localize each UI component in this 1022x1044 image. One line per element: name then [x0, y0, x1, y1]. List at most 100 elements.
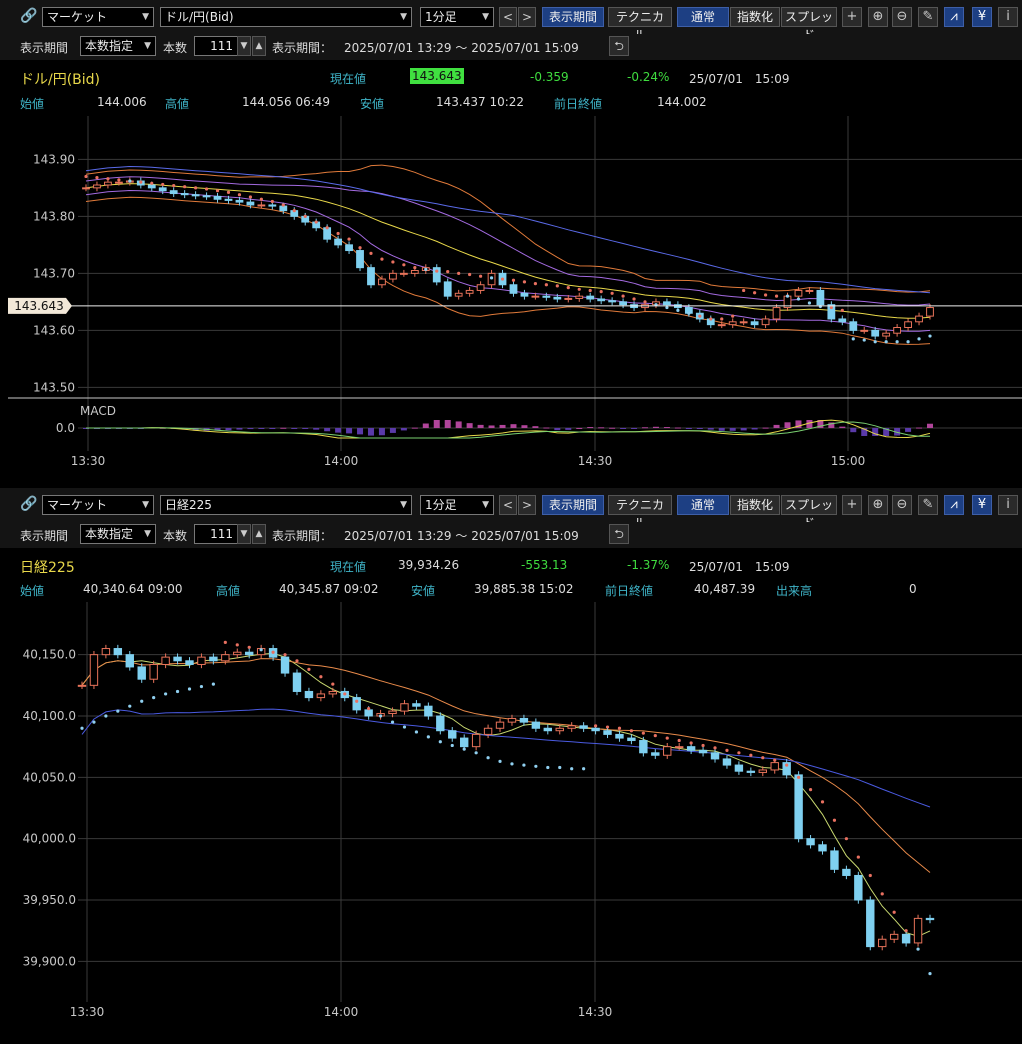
prev-button[interactable]: <: [499, 7, 517, 27]
macd-histogram-bar: [324, 428, 331, 432]
macd-histogram-bar: [565, 428, 572, 430]
technical-button[interactable]: テクニカル: [608, 7, 672, 42]
candle-body: [575, 295, 584, 299]
zoom-out-icon[interactable]: ⊖: [892, 7, 912, 27]
macd-histogram-bar: [696, 428, 703, 429]
trend-icon[interactable]: ⩘: [944, 7, 964, 27]
trend-icon[interactable]: ⩘: [944, 495, 964, 515]
period-button[interactable]: 表示期間: [542, 7, 604, 27]
interval-select[interactable]: 1分足 ▼: [420, 495, 494, 515]
usdjpy-chart[interactable]: 143.90 143.80 143.70 143.60 143.50 13:30 14:00…: [8, 116, 1022, 486]
market-select[interactable]: マーケット ▼: [42, 7, 154, 27]
candle-body: [915, 315, 923, 323]
period-mode-select[interactable]: 本数指定 ▼: [80, 36, 156, 56]
link-icon[interactable]: 🔗: [20, 495, 38, 515]
candle-body: [334, 238, 343, 246]
crosshair-icon[interactable]: +: [842, 495, 862, 515]
zoom-in-icon[interactable]: ⊕: [868, 7, 888, 27]
return-icon[interactable]: ⮌: [609, 36, 629, 56]
sar-dot: [862, 338, 866, 342]
count-up-button[interactable]: ▲: [252, 36, 266, 56]
candle-body: [639, 740, 648, 754]
link-icon[interactable]: 🔗: [20, 7, 38, 27]
period-mode-select[interactable]: 本数指定 ▼: [80, 524, 156, 544]
candle-body: [758, 769, 767, 773]
count-input[interactable]: 111: [194, 524, 238, 544]
sar-dot: [510, 762, 514, 766]
normal-button[interactable]: 通常: [677, 7, 729, 27]
sar-dot: [283, 653, 287, 657]
candle-body: [352, 697, 361, 711]
period-row: 表示期間 本数指定 ▼ 本数 111 ▼ ▲ 表示期間： 2025/07/01 1…: [0, 522, 1022, 548]
sar-dot: [904, 929, 908, 933]
pencil-icon[interactable]: ✎: [918, 495, 938, 515]
sar-dot: [281, 203, 285, 207]
symbol-select[interactable]: ドル/円(Bid) ▼: [160, 7, 412, 27]
count-input[interactable]: 111: [194, 36, 238, 56]
technical-button[interactable]: テクニカル: [608, 495, 672, 530]
normal-button[interactable]: 通常: [677, 495, 729, 515]
candle-body: [717, 324, 726, 327]
candle-body: [197, 656, 206, 665]
sar-dot: [892, 910, 896, 914]
return-icon[interactable]: ⮌: [609, 524, 629, 544]
zoom-in-icon[interactable]: ⊕: [868, 495, 888, 515]
count-down-button[interactable]: ▼: [237, 36, 251, 56]
nikkei-chart[interactable]: 40,150.0 40,100.0 40,050.0 40,000.0 39,950.0…: [8, 602, 1022, 1041]
macd-histogram-bar: [521, 425, 528, 428]
period-button[interactable]: 表示期間: [542, 495, 604, 515]
candle-body: [564, 297, 573, 300]
candle-body: [77, 684, 87, 687]
yen-icon[interactable]: ¥: [972, 7, 992, 27]
candle-body: [543, 727, 553, 732]
chevron-down-icon: ▼: [400, 12, 407, 22]
next-button[interactable]: >: [518, 495, 536, 515]
candle-body: [471, 733, 481, 748]
macd-histogram-bar: [499, 424, 506, 428]
macd-line: [86, 419, 931, 439]
yen-icon[interactable]: ¥: [972, 495, 992, 515]
index-button[interactable]: 指数化: [730, 7, 780, 27]
prev-button[interactable]: <: [499, 495, 517, 515]
sar-dot: [319, 675, 323, 679]
pencil-icon[interactable]: ✎: [918, 7, 938, 27]
sar-dot: [785, 294, 790, 298]
info-icon[interactable]: ⅰ: [998, 7, 1018, 27]
count-down-button[interactable]: ▼: [237, 524, 251, 544]
macd-histogram-bar: [652, 426, 659, 428]
spread-button[interactable]: スプレッド: [781, 495, 837, 530]
crosshair-icon[interactable]: +: [842, 7, 862, 27]
candle-body: [586, 295, 595, 300]
candle-body: [531, 721, 541, 729]
candle-body: [257, 204, 266, 207]
sar-dot: [95, 175, 99, 180]
next-button[interactable]: >: [518, 7, 536, 27]
candle-body: [651, 752, 660, 756]
candle-body: [750, 321, 759, 326]
macd-histogram-bar: [850, 428, 857, 433]
candle-body: [209, 656, 218, 662]
macd-histogram-bar: [400, 428, 407, 431]
candle-body: [904, 321, 912, 329]
sar-dot: [235, 643, 239, 647]
info-icon[interactable]: ⅰ: [998, 495, 1018, 515]
sar-dot: [183, 185, 187, 189]
symbol-select[interactable]: 日経225 ▼: [160, 495, 412, 515]
spread-button[interactable]: スプレッド: [781, 7, 837, 42]
candle-body: [93, 184, 101, 189]
candle-body: [443, 281, 452, 297]
market-select[interactable]: マーケット ▼: [42, 495, 154, 515]
macd-histogram-bar: [313, 428, 320, 430]
candle-body: [567, 725, 576, 729]
symbol-name: ドル/円(Bid): [20, 72, 101, 88]
macd-histogram-bar: [291, 428, 298, 429]
index-button[interactable]: 指数化: [730, 495, 780, 515]
macd-histogram-bar: [411, 427, 418, 429]
candle-body: [328, 690, 338, 695]
candle-body: [101, 648, 111, 656]
sar-dot: [468, 272, 472, 277]
count-up-button[interactable]: ▲: [252, 524, 266, 544]
sar-dot: [247, 645, 251, 649]
zoom-out-icon[interactable]: ⊖: [892, 495, 912, 515]
interval-select[interactable]: 1分足 ▼: [420, 7, 494, 27]
